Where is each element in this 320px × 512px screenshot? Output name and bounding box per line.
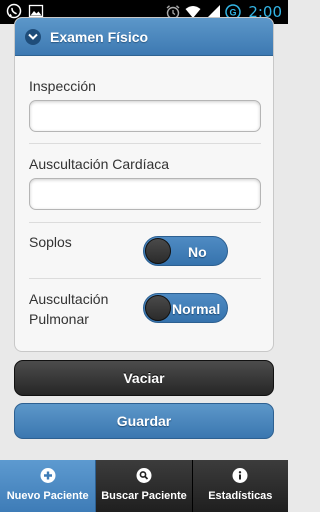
guardar-button[interactable]: Guardar <box>14 403 274 439</box>
nav-item-estadisticas[interactable]: Estadísticas <box>192 460 288 512</box>
plus-icon <box>40 468 56 483</box>
inspeccion-input[interactable] <box>29 100 261 132</box>
nav-label: Estadísticas <box>208 490 273 502</box>
examen-fisico-panel: Examen Físico Inspección Auscultación Ca… <box>14 17 274 352</box>
auscultacion-cardiaca-label: Auscultación Cardíaca <box>29 156 170 172</box>
auscultacion-pulmonar-value: Normal <box>172 301 221 317</box>
inspeccion-label: Inspección <box>29 78 96 94</box>
vaciar-button[interactable]: Vaciar <box>14 360 274 396</box>
soplos-label: Soplos <box>29 234 72 250</box>
panel-header[interactable]: Examen Físico <box>15 18 273 56</box>
divider <box>29 143 261 144</box>
soplos-value: No <box>188 244 207 260</box>
auscultacion-pulmonar-label-line2: Pulmonar <box>29 311 89 327</box>
divider <box>29 278 261 279</box>
search-icon <box>136 468 152 483</box>
auscultacion-pulmonar-label-line1: Auscultación <box>29 291 109 307</box>
toggle-knob[interactable] <box>145 238 171 264</box>
chevron-down-icon <box>25 28 41 45</box>
auscultacion-pulmonar-toggle[interactable]: Normal <box>143 293 228 323</box>
divider <box>29 222 261 223</box>
nav-label: Buscar Paciente <box>101 490 187 502</box>
svg-text:G: G <box>230 8 237 18</box>
panel-title: Examen Físico <box>50 28 149 45</box>
info-icon <box>232 468 248 483</box>
auscultacion-cardiaca-input[interactable] <box>29 178 261 210</box>
nav-item-nuevo-paciente[interactable]: Nuevo Paciente <box>0 460 97 512</box>
toggle-knob[interactable] <box>145 295 171 321</box>
nav-item-buscar-paciente[interactable]: Buscar Paciente <box>96 460 193 512</box>
nav-label: Nuevo Paciente <box>6 490 89 502</box>
soplos-toggle[interactable]: No <box>143 236 228 266</box>
bottom-navbar: Nuevo Paciente Buscar Paciente Estadísti… <box>0 460 288 512</box>
